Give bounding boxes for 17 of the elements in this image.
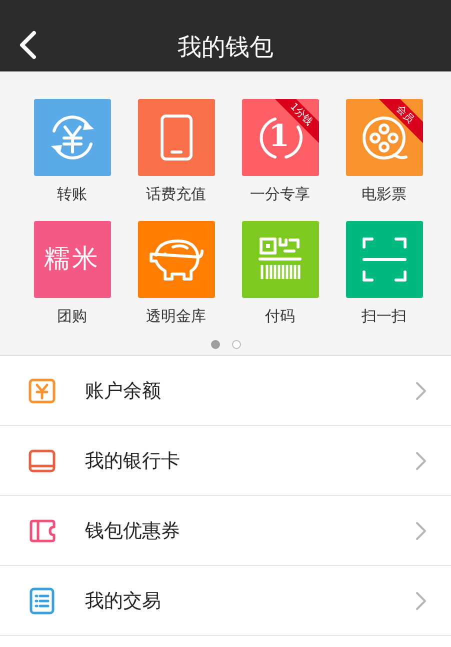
page-dot[interactable] xyxy=(210,340,220,349)
chevron-right-icon xyxy=(415,380,427,400)
shortcut-button[interactable]: 糯米 团购 xyxy=(20,221,124,326)
icon-glyph: 糯米 xyxy=(43,243,101,276)
shortcut-button[interactable]: 付码 xyxy=(228,221,332,326)
shortcut-button[interactable]: 1 1分钱 一分专享 xyxy=(228,99,332,204)
page-dot[interactable] xyxy=(232,340,240,349)
shortcut-button[interactable]: 透明金库 xyxy=(124,221,228,326)
chevron-right-icon xyxy=(415,520,427,540)
chevron-right-icon xyxy=(415,450,427,470)
chevron-right-icon xyxy=(415,590,427,610)
shortcut-button[interactable]: 转账 xyxy=(20,99,124,204)
shortcut-button[interactable]: 扫一扫 xyxy=(332,221,436,326)
icon-glyph: 1 xyxy=(268,120,292,153)
shortcut-button[interactable]: 话费充值 xyxy=(124,99,228,204)
shortcut-button[interactable]: 会员 电影票 xyxy=(332,99,436,204)
page-title: 我的钱包 xyxy=(178,32,274,62)
